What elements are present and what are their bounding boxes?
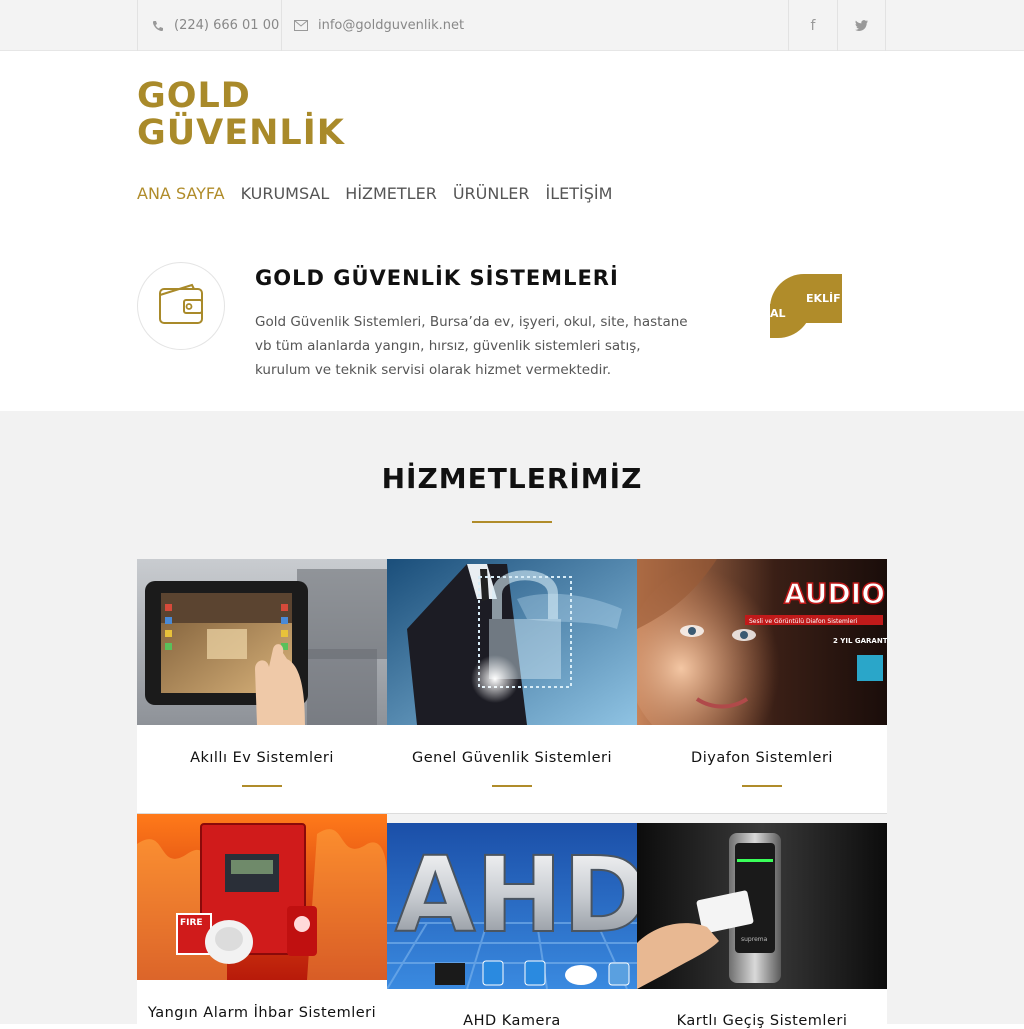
suprema-text: suprema (741, 936, 768, 943)
service-card-genel-guvenlik[interactable]: Genel Güvenlik Sistemleri (387, 559, 637, 813)
intercom-image: AUDIO Sesli ve Görüntülü Diafon Sistemle… (637, 559, 887, 725)
audio-warranty-text: 2 YIL GARANTİLİ (833, 636, 887, 645)
service-card-diyafon[interactable]: AUDIO Sesli ve Görüntülü Diafon Sistemle… (637, 559, 887, 813)
nav-urunler[interactable]: ÜRÜNLER (453, 184, 530, 203)
cta-label-2: AL (770, 307, 786, 320)
intro-text: Gold Güvenlik Sistemleri, Bursa’da ev, i… (255, 314, 688, 378)
twitter-link[interactable] (837, 0, 886, 51)
service-card-yangin-alarm[interactable]: FIRE Yangın Alarm İhbar Sistemleri (137, 814, 387, 1024)
ahd-camera-image: AHD (387, 823, 637, 989)
nav-hizmetler[interactable]: HİZMETLER (345, 184, 437, 203)
audio-tagline-text: Sesli ve Görüntülü Diafon Sistemleri (749, 618, 858, 625)
twitter-icon (855, 20, 868, 31)
services-title-underline (472, 521, 552, 523)
top-bar: (224) 666 01 00 info@goldguvenlik.net f (0, 0, 1024, 51)
service-label: AHD Kamera (463, 1013, 561, 1029)
service-underline (742, 785, 782, 787)
service-label: Genel Güvenlik Sistemleri (411, 750, 613, 766)
service-label: Yangın Alarm İhbar Sistemleri (147, 1005, 377, 1021)
facebook-link[interactable]: f (788, 0, 837, 51)
service-label: Akıllı Ev Sistemleri (190, 750, 334, 766)
email-address: info@goldguvenlik.net (318, 18, 465, 33)
card-access-image: suprema (637, 823, 887, 989)
intro-title: GOLD GÜVENLİK SİSTEMLERİ (255, 266, 619, 290)
nav-ana-sayfa[interactable]: ANA SAYFA (137, 184, 225, 203)
logo-line-2: GÜVENLİK (137, 113, 345, 153)
audio-brand-text: AUDIO (784, 577, 885, 610)
service-underline (242, 785, 282, 787)
wallet-icon (159, 283, 203, 324)
smart-home-image (137, 559, 387, 725)
security-image (387, 559, 637, 725)
ahd-text: AHD (395, 834, 637, 956)
mail-icon (294, 20, 308, 31)
fire-text: FIRE (180, 918, 203, 928)
services-title: HİZMETLERİMİZ (381, 462, 643, 495)
phone-icon (153, 20, 163, 31)
email-contact[interactable]: info@goldguvenlik.net (282, 0, 482, 51)
site-logo[interactable]: GOLD GÜVENLİK (137, 78, 345, 152)
nav-iletisim[interactable]: İLETİŞİM (545, 184, 612, 203)
service-card-akilli-ev[interactable]: Akıllı Ev Sistemleri (137, 559, 387, 813)
service-underline (492, 785, 532, 787)
phone-number: (224) 666 01 00 (174, 18, 280, 33)
nav-kurumsal[interactable]: KURUMSAL (241, 184, 330, 203)
service-card-ahd-kamera[interactable]: AHD AHD Kamera (387, 823, 637, 1029)
intro-icon-circle (137, 262, 225, 350)
service-label: Kartlı Geçiş Sistemleri (676, 1013, 848, 1029)
service-card-kartli-gecis[interactable]: suprema Kartlı Geçiş Sistemleri (637, 823, 887, 1029)
service-label: Diyafon Sistemleri (691, 750, 833, 766)
fire-alarm-image: FIRE (137, 814, 387, 980)
teklif-al-button[interactable]: EKLİF AL (770, 274, 842, 338)
cta-label-1: EKLİF (806, 292, 841, 305)
phone-contact[interactable]: (224) 666 01 00 (137, 0, 282, 51)
main-nav: ANA SAYFA KURUMSAL HİZMETLER ÜRÜNLER İLE… (137, 184, 612, 203)
facebook-icon: f (810, 17, 816, 34)
logo-line-1: GOLD (137, 76, 251, 116)
